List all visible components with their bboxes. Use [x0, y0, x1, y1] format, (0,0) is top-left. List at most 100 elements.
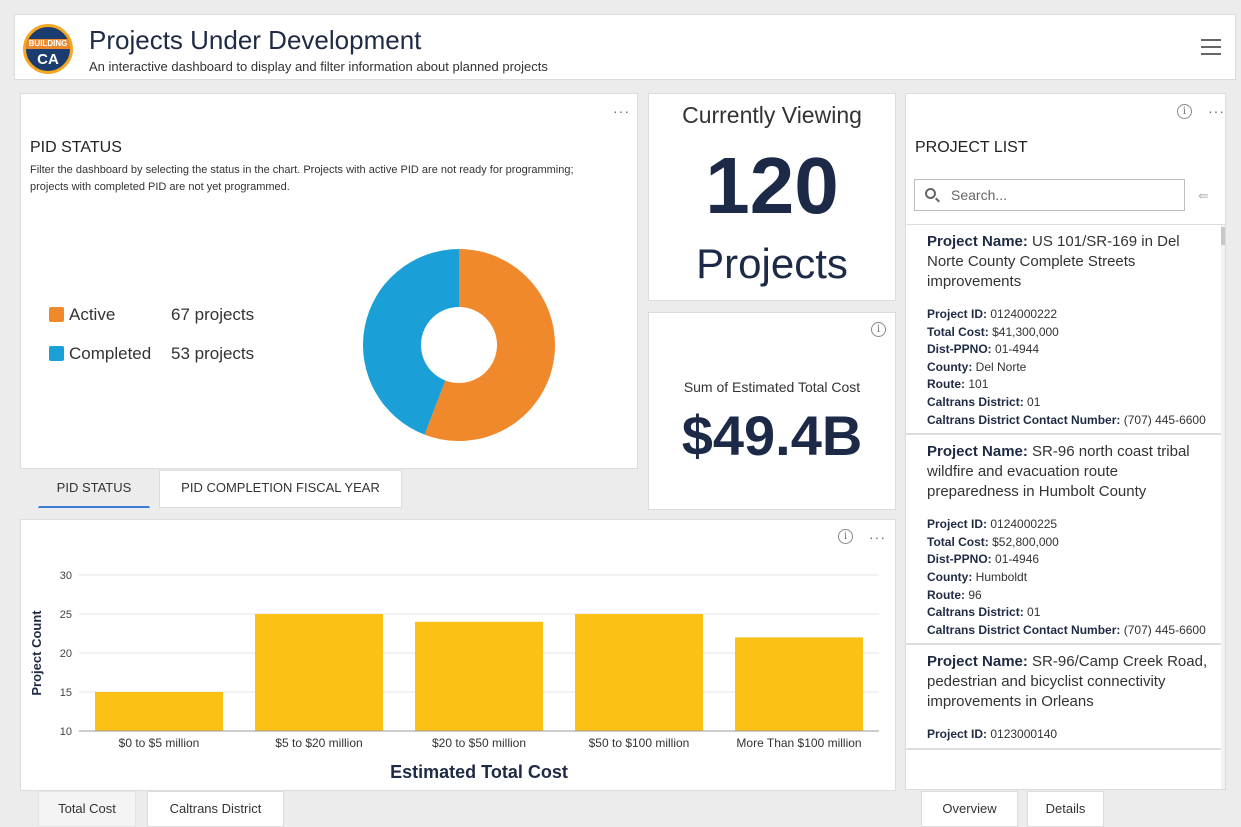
total-cost-value: $49.4B: [681, 404, 863, 467]
field-label: Project Name:: [927, 233, 1028, 250]
page-subtitle: An interactive dashboard to display and …: [89, 59, 548, 74]
x-tick-label: $50 to $100 million: [589, 736, 690, 750]
bar[interactable]: [735, 637, 863, 731]
x-axis-title: Estimated Total Cost: [390, 762, 568, 782]
x-tick-label: $20 to $50 million: [432, 736, 526, 750]
project-card[interactable]: Project Name: US 101/SR-169 in Del Norte…: [906, 225, 1225, 436]
legend-item-completed[interactable]: Completed 53 projects: [49, 344, 254, 364]
field-label: Project Name:: [927, 653, 1028, 671]
y-tick-label: 20: [60, 648, 72, 660]
field-label: Caltrans District:: [927, 605, 1024, 620]
field-label: Dist-PPNO:: [927, 342, 992, 357]
project-district: 01: [1027, 394, 1041, 409]
project-id: 0124000225: [990, 517, 1058, 532]
project-county: Humboldt: [975, 569, 1028, 584]
project-total-cost: $41,300,000: [992, 324, 1059, 339]
estimated-cost-bar-chart: 10 15 20 25 30 $0 to $5 million $5 to $20 mill…: [29, 570, 879, 782]
tab-details[interactable]: Details: [1027, 791, 1104, 827]
more-options-icon[interactable]: ···: [613, 104, 630, 118]
currently-viewing-panel: Currently Viewing 120 Projects: [648, 93, 896, 301]
field-label: Total Cost:: [927, 534, 989, 549]
x-tick-label: $0 to $5 million: [119, 736, 200, 750]
pid-status-description: Filter the dashboard by selecting the st…: [30, 164, 574, 193]
tab-overview[interactable]: Overview: [921, 791, 1018, 827]
x-tick-label: More Than $100 million: [736, 736, 861, 750]
project-list-title: PROJECT LIST: [915, 139, 1028, 156]
tab-pid-status[interactable]: PID STATUS: [38, 470, 150, 508]
field-label: Project ID:: [927, 727, 988, 742]
y-tick-label: 15: [60, 687, 72, 699]
hamburger-menu-icon[interactable]: [1201, 39, 1221, 57]
currently-viewing-label: Currently Viewing: [682, 102, 862, 128]
bar[interactable]: [255, 614, 383, 731]
y-tick-label: 25: [60, 609, 72, 621]
project-card[interactable]: Project Name: SR-96 north coast tribal w…: [906, 435, 1225, 646]
total-cost-panel: i Sum of Estimated Total Cost $49.4B: [648, 312, 896, 510]
pid-status-title: PID STATUS: [30, 139, 122, 156]
field-label: Total Cost:: [927, 324, 989, 339]
project-county: Del Norte: [975, 359, 1027, 374]
field-label: Caltrans District Contact Number:: [927, 412, 1121, 427]
project-total-cost: $52,800,000: [992, 534, 1059, 549]
project-list-items[interactable]: Project Name: US 101/SR-169 in Del Norte…: [906, 224, 1225, 789]
project-contact: (707) 445-6600: [1123, 622, 1206, 637]
project-contact: (707) 445-6600: [1123, 412, 1206, 427]
field-label: Route:: [927, 587, 965, 602]
field-label: Route:: [927, 377, 965, 392]
y-tick-label: 10: [60, 726, 72, 738]
project-id: 0123000140: [990, 727, 1058, 742]
project-ppno: 01-4944: [995, 342, 1040, 357]
scrollbar[interactable]: [1221, 225, 1225, 789]
y-tick-label: 30: [60, 570, 72, 582]
legend-label-active: Active: [69, 305, 116, 324]
pid-status-panel: ··· PID STATUS Filter the dashboard by s…: [20, 93, 638, 469]
more-options-icon[interactable]: ···: [1208, 104, 1225, 118]
project-count-value: 120: [705, 141, 839, 230]
field-label: Caltrans District Contact Number:: [927, 622, 1121, 637]
scrollbar-thumb[interactable]: [1221, 227, 1225, 245]
tab-pid-completion-fiscal-year[interactable]: PID COMPLETION FISCAL YEAR: [159, 470, 402, 508]
field-label: Caltrans District:: [927, 394, 1024, 409]
estimated-cost-chart-panel: i ··· 10 15 20 25 30 $0 to $5 million $5 to $2…: [20, 519, 896, 791]
field-label: Dist-PPNO:: [927, 552, 992, 567]
project-card[interactable]: Project Name: SR-96/Camp Creek Road, ped…: [906, 645, 1225, 750]
clear-filter-icon[interactable]: ⇚: [1198, 188, 1216, 203]
logo-bottom-text: CA: [37, 51, 59, 68]
bar[interactable]: [575, 614, 703, 731]
project-count-unit: Projects: [696, 240, 848, 287]
bar[interactable]: [415, 621, 543, 731]
search-box[interactable]: [914, 179, 1185, 211]
project-route: 101: [968, 377, 989, 392]
building-ca-logo: BUILDING CA: [23, 24, 73, 74]
field-label: County:: [927, 569, 973, 584]
field-label: Project Name:: [927, 443, 1028, 461]
legend-count-completed: 53 projects: [171, 344, 255, 363]
field-label: Project ID:: [927, 307, 988, 321]
x-tick-label: $5 to $20 million: [275, 736, 362, 750]
page-title: Projects Under Development: [89, 25, 422, 55]
legend-count-active: 67 projects: [171, 305, 255, 324]
search-input[interactable]: [951, 184, 1177, 206]
pid-status-donut-chart[interactable]: [361, 247, 557, 443]
project-route: 96: [968, 587, 982, 602]
field-label: County:: [927, 359, 973, 374]
project-id: 0124000222: [990, 307, 1058, 321]
project-district: 01: [1027, 605, 1041, 620]
legend-label-completed: Completed: [69, 344, 152, 363]
app-header: BUILDING CA Projects Under Development A…: [14, 14, 1236, 80]
field-label: Project ID:: [927, 517, 988, 532]
project-ppno: 01-4946: [995, 552, 1040, 567]
tab-total-cost[interactable]: Total Cost: [38, 791, 136, 827]
legend-item-active[interactable]: Active 67 projects: [49, 305, 254, 325]
info-icon[interactable]: i: [871, 322, 886, 337]
info-icon[interactable]: i: [1177, 104, 1192, 119]
logo-top-text: BUILDING: [26, 39, 70, 49]
bar[interactable]: [95, 692, 223, 731]
legend-swatch-completed: [49, 346, 64, 361]
y-axis-title: Project Count: [29, 610, 44, 696]
tab-caltrans-district[interactable]: Caltrans District: [147, 791, 284, 827]
total-cost-label: Sum of Estimated Total Cost: [683, 379, 861, 395]
legend-swatch-active: [49, 307, 64, 322]
search-icon: [925, 188, 936, 199]
project-list-panel: i ··· PROJECT LIST ⇚ Project Name: US 10…: [905, 93, 1226, 790]
